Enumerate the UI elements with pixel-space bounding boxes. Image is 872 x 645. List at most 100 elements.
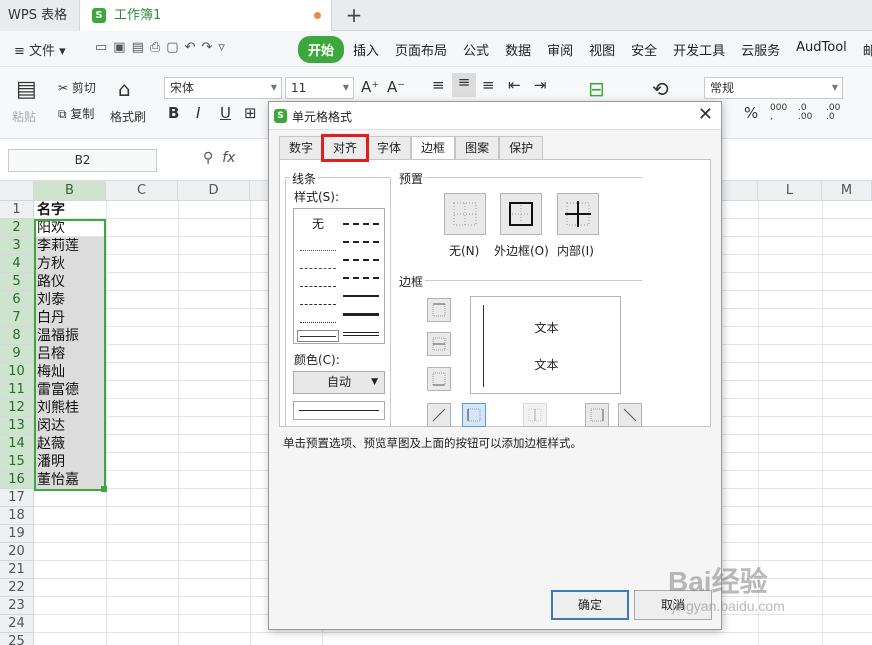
ok-button[interactable]: 确定 [551, 590, 629, 620]
border-icon[interactable]: ⊞ [244, 104, 257, 122]
name-cell[interactable]: 闵达 [36, 417, 105, 435]
row-header[interactable]: 7 [0, 309, 34, 327]
bold-button[interactable]: B [168, 104, 179, 122]
line-style-list[interactable]: 无 [293, 208, 385, 344]
paste-icon[interactable]: ▤ [16, 77, 37, 102]
line-style-option[interactable] [343, 277, 379, 279]
tab-number[interactable]: 数字 [279, 136, 324, 160]
align-bottom-icon[interactable]: ≡ [482, 76, 495, 94]
percent-icon[interactable]: % [744, 104, 758, 122]
undo-icon[interactable]: ↶ [185, 40, 202, 55]
comma-style-icon[interactable]: 000, [770, 104, 787, 122]
print-preview-icon[interactable]: ▢ [166, 40, 184, 55]
decrease-decimal-icon[interactable]: .00.0 [826, 104, 840, 122]
border-diagonal-down-button[interactable] [618, 403, 642, 427]
row-header[interactable]: 22 [0, 579, 34, 597]
zoom-icon[interactable]: ⚲ [203, 150, 213, 166]
decrease-font-icon[interactable]: A⁻ [387, 78, 405, 96]
line-style-option[interactable] [300, 268, 336, 269]
menu-page-layout[interactable]: 页面布局 [388, 36, 454, 63]
menu-insert[interactable]: 插入 [346, 36, 386, 63]
increase-font-icon[interactable]: A⁺ [361, 78, 379, 96]
fill-handle[interactable] [101, 486, 107, 492]
align-top-icon[interactable]: ≡ [432, 76, 445, 94]
row-header[interactable]: 4 [0, 255, 34, 273]
preset-none-button[interactable] [444, 193, 486, 235]
name-cell[interactable]: 赵薇 [36, 435, 105, 453]
paste-button[interactable]: 粘贴 [12, 108, 36, 125]
row-header[interactable]: 16 [0, 471, 34, 489]
tab-pattern[interactable]: 图案 [455, 136, 500, 160]
row-header[interactable]: 12 [0, 399, 34, 417]
redo-icon[interactable]: ↷ [202, 40, 219, 55]
border-top-button[interactable] [427, 298, 451, 322]
format-painter-button[interactable]: 格式刷 [110, 108, 146, 125]
row-header[interactable]: 20 [0, 543, 34, 561]
row-header[interactable]: 2 [0, 219, 34, 237]
align-middle-icon[interactable]: ≡ [452, 73, 476, 97]
close-icon[interactable]: ✕ [698, 104, 713, 126]
name-cell[interactable]: 潘明 [36, 453, 105, 471]
menu-mail[interactable]: 邮件 [856, 36, 872, 63]
print-icon[interactable]: ⎙ [150, 40, 166, 55]
color-select[interactable]: 自动 ▼ [293, 371, 385, 394]
row-header[interactable]: 11 [0, 381, 34, 399]
border-diagonal-up-button[interactable] [427, 403, 451, 427]
tab-protection[interactable]: 保护 [499, 136, 544, 160]
merge-cells-icon[interactable]: ⊟ [588, 77, 605, 101]
line-style-option[interactable] [343, 295, 379, 297]
line-style-option[interactable] [343, 313, 379, 316]
open-folder-icon[interactable]: ▭ [95, 40, 113, 55]
italic-button[interactable]: I [196, 104, 200, 122]
line-style-none[interactable]: 无 [300, 215, 336, 232]
row-header[interactable]: 13 [0, 417, 34, 435]
name-cell[interactable]: 白丹 [36, 309, 105, 327]
tab-wps-home[interactable]: WPS 表格 [0, 0, 80, 31]
menu-security[interactable]: 安全 [624, 36, 664, 63]
name-cell[interactable]: 梅灿 [36, 363, 105, 381]
border-bottom-button[interactable] [427, 367, 451, 391]
row-header[interactable]: 15 [0, 453, 34, 471]
column-header-d[interactable]: D [178, 181, 250, 201]
border-preview[interactable]: 文本 文本 [470, 296, 621, 394]
name-cell[interactable]: 吕榕 [36, 345, 105, 363]
tab-font[interactable]: 字体 [367, 136, 412, 160]
line-style-option[interactable] [343, 259, 379, 261]
row-header[interactable]: 17 [0, 489, 34, 507]
tab-border[interactable]: 边框 [411, 136, 456, 161]
line-style-option[interactable] [300, 336, 336, 337]
name-cell[interactable]: 阳欢 [36, 219, 105, 237]
file-menu[interactable]: ≡ 文件 ▾ [14, 40, 66, 59]
format-painter-icon[interactable]: ⌂ [118, 77, 131, 101]
header-cell[interactable]: 名字 [36, 201, 105, 219]
row-header[interactable]: 18 [0, 507, 34, 525]
save-icon[interactable]: ▣ [113, 40, 131, 55]
quick-access-toolbar[interactable]: ▭▣▤⎙▢↶↷▿ [95, 40, 231, 55]
number-format-select[interactable]: 常规 ▼ [704, 77, 843, 99]
line-style-option[interactable] [343, 241, 379, 243]
name-cell[interactable]: 方秋 [36, 255, 105, 273]
menu-audtool[interactable]: AudTool [789, 36, 854, 63]
name-cell[interactable]: 李莉莲 [36, 237, 105, 255]
preset-inside-button[interactable] [557, 193, 599, 235]
fx-icon[interactable]: fx [222, 150, 235, 166]
border-center-button[interactable] [523, 403, 547, 427]
menu-view[interactable]: 视图 [582, 36, 622, 63]
menu-cloud[interactable]: 云服务 [734, 36, 787, 63]
preset-outline-button[interactable] [500, 193, 542, 235]
name-cell[interactable]: 刘泰 [36, 291, 105, 309]
column-header-k[interactable] [722, 181, 758, 201]
menu-formulas[interactable]: 公式 [456, 36, 496, 63]
name-cell[interactable]: 温福振 [36, 327, 105, 345]
tab-alignment[interactable]: 对齐 [321, 134, 370, 162]
row-header[interactable]: 5 [0, 273, 34, 291]
row-header[interactable]: 14 [0, 435, 34, 453]
row-header[interactable]: 8 [0, 327, 34, 345]
name-cell[interactable]: 董怡嘉 [36, 471, 105, 489]
wrap-text-icon[interactable]: ⟲ [652, 77, 669, 101]
line-style-option[interactable] [300, 322, 336, 323]
copy-button[interactable]: ⧉ 复制 [58, 105, 94, 122]
column-header-c[interactable]: C [106, 181, 178, 201]
line-style-option[interactable] [300, 250, 336, 251]
indent-increase-icon[interactable]: ⇥ [534, 76, 547, 94]
